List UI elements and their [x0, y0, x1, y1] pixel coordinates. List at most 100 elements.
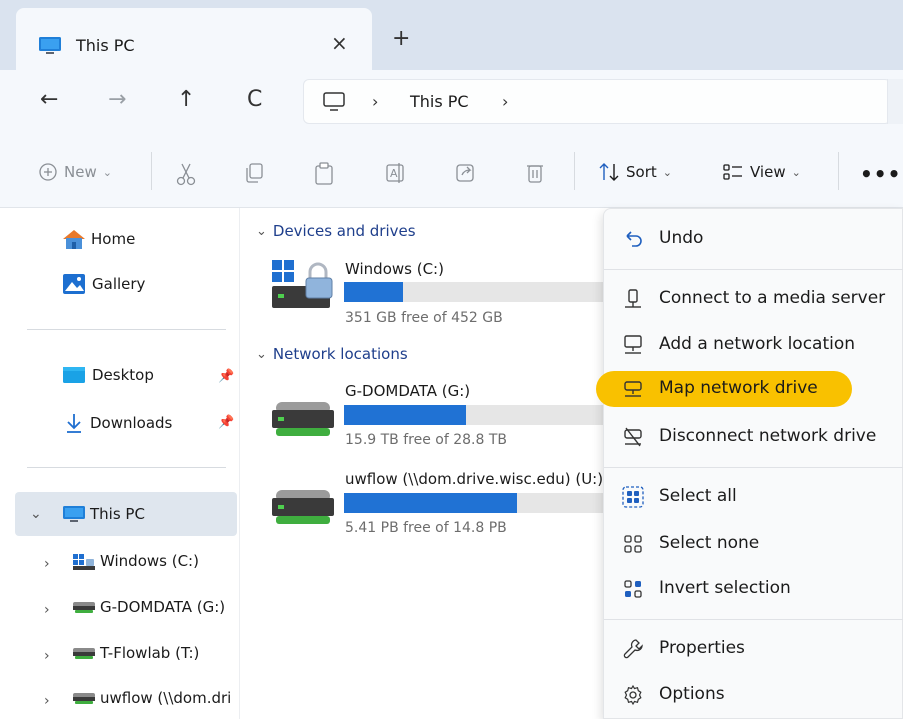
view-label: View	[750, 163, 786, 181]
drive-free-space: 5.41 PB free of 14.8 PB	[345, 520, 507, 536]
sidebar-item-downloads[interactable]: Downloads	[64, 412, 172, 434]
chevron-down-icon: ⌄	[256, 223, 267, 239]
menu-item-label: Select all	[659, 486, 737, 506]
breadcrumb-chevron[interactable]: ›	[502, 92, 508, 111]
rename-button[interactable]: A	[385, 162, 407, 184]
disconnect-drive-icon	[622, 426, 644, 448]
sidebar-item-gallery[interactable]: Gallery	[62, 273, 145, 295]
share-button[interactable]	[455, 162, 477, 184]
address-bar[interactable]: › This PC ›	[303, 79, 891, 124]
windows-drive-icon	[73, 554, 95, 570]
paste-button[interactable]	[313, 162, 335, 186]
network-drive-icon	[272, 490, 334, 524]
chevron-down-icon[interactable]: ⌄	[30, 506, 42, 522]
sidebar-item-t-flowlab[interactable]: T-Flowlab (T:)	[72, 644, 199, 662]
sidebar-item-label: Home	[91, 230, 136, 248]
monitor-icon	[38, 36, 62, 60]
see-more-menu: Undo Connect to a media server Add a net…	[596, 208, 903, 719]
breadcrumb-chevron[interactable]: ›	[372, 92, 378, 111]
tab-this-pc[interactable]: This PC ×	[16, 8, 372, 70]
scissors-icon	[176, 163, 196, 186]
back-button[interactable]: ←	[40, 86, 58, 114]
sidebar-item-uwflow[interactable]: uwflow (\\dom.dri	[72, 689, 231, 707]
forward-button[interactable]: →	[108, 86, 126, 114]
sidebar-item-home[interactable]: Home	[61, 228, 135, 250]
tab-strip-edge	[0, 0, 16, 70]
menu-item-label: Select none	[659, 533, 760, 553]
new-button[interactable]: New ⌄	[38, 162, 112, 182]
cut-button[interactable]	[175, 162, 197, 186]
menu-item-select-all[interactable]: Select all	[604, 477, 903, 517]
pin-icon[interactable]: 📌	[218, 415, 234, 430]
group-header-network[interactable]: ⌄ Network locations	[256, 345, 408, 363]
sidebar-item-label: Desktop	[92, 366, 154, 384]
tab-strip: This PC × +	[0, 0, 903, 70]
map-drive-icon	[622, 378, 644, 400]
drive-usage-bar	[344, 405, 614, 425]
sidebar-item-label: Gallery	[92, 275, 146, 293]
command-bar: New ⌄ A Sort ⌄ View ⌄ •••	[0, 134, 903, 208]
refresh-button[interactable]: C	[247, 86, 262, 114]
sidebar-item-label: T-Flowlab (T:)	[100, 644, 200, 662]
menu-item-label: Undo	[659, 228, 704, 248]
sidebar-item-label: Downloads	[90, 414, 173, 432]
menu-item-disconnect-network-drive[interactable]: Disconnect network drive	[604, 417, 903, 457]
view-button[interactable]: View ⌄	[722, 162, 801, 182]
new-tab-button[interactable]: +	[392, 28, 410, 50]
sidebar-item-desktop[interactable]: Desktop	[62, 366, 154, 384]
see-more-button[interactable]: •••	[860, 162, 901, 186]
undo-icon	[622, 228, 644, 250]
sidebar-item-g-domdata[interactable]: G-DOMDATA (G:)	[72, 598, 225, 616]
menu-item-add-network-location[interactable]: Add a network location	[604, 325, 903, 365]
wrench-icon	[622, 638, 644, 660]
network-drive-icon	[272, 402, 334, 436]
chevron-right-icon[interactable]: ›	[44, 648, 50, 664]
sidebar-divider	[27, 467, 226, 468]
navigation-bar: ← → ↑ C › This PC ›	[0, 70, 903, 134]
sort-button[interactable]: Sort ⌄	[598, 162, 672, 182]
copy-button[interactable]	[243, 162, 265, 184]
chevron-down-icon: ⌄	[256, 346, 267, 362]
menu-item-properties[interactable]: Properties	[604, 629, 903, 669]
gallery-icon	[63, 274, 85, 294]
svg-text:A: A	[390, 167, 398, 180]
menu-item-select-none[interactable]: Select none	[604, 524, 903, 564]
menu-item-label: Disconnect network drive	[659, 426, 877, 446]
desktop-folder-icon	[63, 367, 85, 383]
gear-icon	[622, 684, 644, 706]
drive-name: G-DOMDATA (G:)	[345, 382, 471, 400]
chevron-right-icon[interactable]: ›	[44, 602, 50, 618]
menu-item-invert-selection[interactable]: Invert selection	[604, 569, 903, 609]
breadcrumb-this-pc[interactable]: This PC	[410, 92, 469, 111]
chevron-right-icon[interactable]: ›	[44, 556, 50, 572]
menu-item-map-network-drive[interactable]: Map network drive	[596, 369, 903, 409]
sidebar-item-windows-c[interactable]: Windows (C:)	[72, 552, 199, 570]
download-arrow-icon	[67, 414, 81, 433]
menu-item-label: Add a network location	[659, 334, 856, 354]
delete-button[interactable]	[525, 162, 545, 184]
sidebar-item-this-pc[interactable]: This PC	[62, 505, 145, 523]
sidebar-item-label: Windows (C:)	[100, 552, 199, 570]
toolbar-divider	[838, 152, 839, 190]
chevron-right-icon[interactable]: ›	[44, 693, 50, 709]
sidebar-divider	[27, 329, 226, 330]
up-button[interactable]: ↑	[177, 86, 195, 114]
monitor-icon	[63, 506, 85, 522]
drive-usage-fill	[344, 282, 404, 302]
windows-drive-icon	[272, 260, 333, 308]
toolbar-divider	[574, 152, 575, 190]
close-tab-button[interactable]: ×	[331, 31, 348, 55]
network-drive-icon	[73, 602, 95, 613]
sort-arrows-icon	[599, 163, 619, 181]
home-icon	[63, 230, 85, 249]
menu-divider	[604, 619, 903, 620]
pin-icon[interactable]: 📌	[218, 369, 234, 384]
drive-usage-fill	[344, 493, 517, 513]
menu-item-connect-media-server[interactable]: Connect to a media server	[604, 279, 903, 319]
chevron-down-icon: ⌄	[102, 165, 112, 179]
group-header-devices[interactable]: ⌄ Devices and drives	[256, 222, 416, 240]
drive-name: Windows (C:)	[345, 260, 444, 278]
menu-item-undo[interactable]: Undo	[604, 219, 903, 259]
menu-item-options[interactable]: Options	[604, 675, 903, 715]
search-box-edge[interactable]	[887, 79, 903, 124]
